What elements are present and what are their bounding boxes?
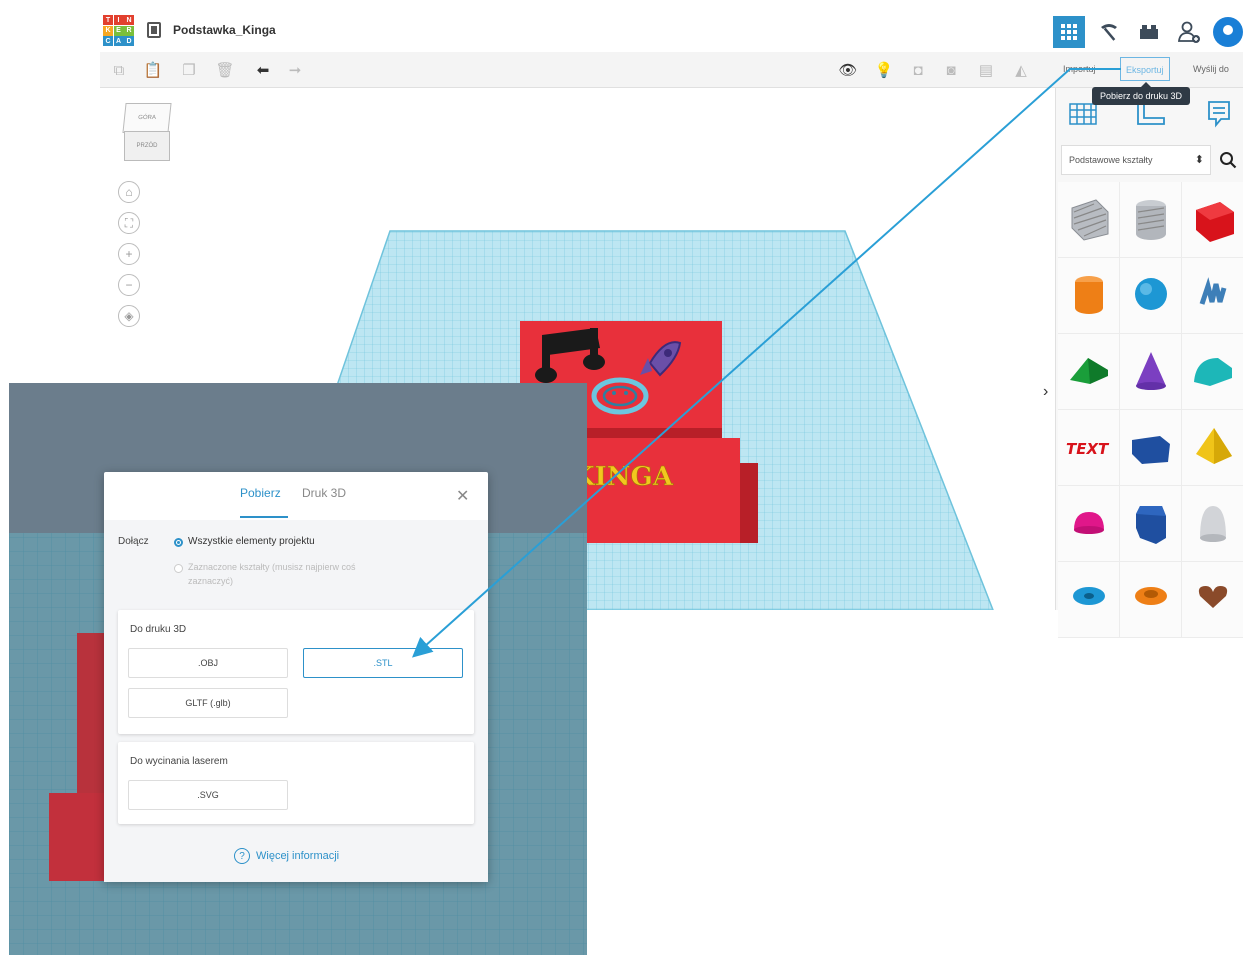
tinkercad-logo[interactable]: T I N K E R C A D xyxy=(103,15,134,46)
shape-hemisphere[interactable] xyxy=(1058,486,1120,562)
laser-cut-section: Do wycinania laserem .SVG xyxy=(118,742,474,824)
top-header: T I N K E R C A D Podstawka_Kinga xyxy=(100,12,1243,53)
option-all-elements[interactable]: Wszystkie elementy projektu xyxy=(188,536,315,547)
group-icon[interactable]: ◘ xyxy=(907,59,929,81)
bricks-icon[interactable] xyxy=(1133,16,1165,48)
logo-letter: I xyxy=(113,15,124,25)
export-button[interactable]: Eksportuj xyxy=(1120,57,1170,81)
shape-polygon[interactable] xyxy=(1120,486,1182,562)
send-to-button[interactable]: Wyślij do xyxy=(1188,57,1234,81)
more-info-link[interactable]: ? Więcej informacji xyxy=(234,848,339,864)
logo-letter: T xyxy=(103,15,113,25)
shape-cone[interactable] xyxy=(1120,334,1182,410)
logo-letter: K xyxy=(103,25,113,36)
export-gltf-button[interactable]: GLTF (.glb) xyxy=(128,688,288,718)
logo-letter: D xyxy=(124,36,134,46)
ungroup-icon[interactable]: ◙ xyxy=(940,59,962,81)
redo-icon[interactable]: ➞ xyxy=(284,59,306,81)
shape-cylinder[interactable] xyxy=(1058,258,1120,334)
project-title[interactable]: Podstawka_Kinga xyxy=(173,23,276,37)
avatar-icon[interactable] xyxy=(1213,17,1243,47)
help-icon: ? xyxy=(234,848,250,864)
print-3d-section: Do druku 3D .OBJ .STL GLTF (.glb) xyxy=(118,610,474,734)
design-menu-icon[interactable] xyxy=(147,22,161,38)
export-obj-button[interactable]: .OBJ xyxy=(128,648,288,678)
shape-half-box[interactable] xyxy=(1120,410,1182,486)
tab-download[interactable]: Pobierz xyxy=(240,486,281,500)
visibility-icon[interactable]: 👁 xyxy=(837,59,859,81)
laser-cut-title: Do wycinania laserem xyxy=(130,756,228,767)
pickaxe-icon[interactable] xyxy=(1093,16,1125,48)
shape-text[interactable]: TEXT xyxy=(1058,410,1120,486)
more-info-label: Więcej informacji xyxy=(256,850,340,862)
shapes-panel: Podstawowe kształty ⬍ TEXT xyxy=(1055,88,1243,638)
notes-icon[interactable] xyxy=(1204,100,1234,128)
export-stl-button[interactable]: .STL xyxy=(303,648,463,678)
shape-category-select[interactable]: Podstawowe kształty ⬍ xyxy=(1061,145,1211,175)
shape-heart[interactable] xyxy=(1182,562,1243,638)
import-button[interactable]: Importuj xyxy=(1058,57,1101,81)
shape-tube[interactable] xyxy=(1120,562,1182,638)
logo-letter: A xyxy=(113,36,124,46)
paste-icon[interactable]: 📋 xyxy=(142,59,164,81)
shape-pyramid[interactable] xyxy=(1182,410,1243,486)
shape-round-roof[interactable] xyxy=(1182,334,1243,410)
select-arrows-icon: ⬍ xyxy=(1194,154,1204,166)
logo-letter: N xyxy=(124,15,134,25)
option-selected-shapes[interactable]: Zaznaczone kształty (musisz najpierw coś… xyxy=(188,560,358,588)
mirror-icon[interactable]: ◭ xyxy=(1010,59,1032,81)
search-icon[interactable] xyxy=(1214,145,1242,175)
shape-box-hole[interactable] xyxy=(1058,182,1120,258)
shape-torus[interactable] xyxy=(1058,562,1120,638)
close-icon[interactable]: ✕ xyxy=(456,486,469,506)
logo-letter: E xyxy=(113,25,124,36)
svg-text:TEXT: TEXT xyxy=(1066,440,1110,458)
export-svg-button[interactable]: .SVG xyxy=(128,780,288,810)
undo-icon[interactable]: ⬅ xyxy=(252,59,274,81)
active-tab-indicator xyxy=(240,516,288,518)
include-label: Dołącz xyxy=(118,536,149,547)
shape-box[interactable] xyxy=(1182,182,1243,258)
logo-letter: C xyxy=(103,36,113,46)
shape-scribble[interactable] xyxy=(1182,258,1243,334)
tab-3d-print[interactable]: Druk 3D xyxy=(302,486,346,500)
shape-sphere[interactable] xyxy=(1120,258,1182,334)
shape-roof[interactable] xyxy=(1058,334,1120,410)
shapes-grid: TEXT xyxy=(1058,182,1243,638)
add-user-icon[interactable] xyxy=(1173,16,1205,48)
copy-icon[interactable]: ⧉ xyxy=(108,59,130,81)
align-icon[interactable]: ▤ xyxy=(975,59,997,81)
edit-toolbar: ⧉ 📋 ❐ 🗑 ⬅ ➞ 👁 💡 ◘ ◙ ▤ ◭ Importuj Eksport… xyxy=(100,52,1243,88)
header-actions xyxy=(1053,15,1243,49)
print-3d-title: Do druku 3D xyxy=(130,624,187,635)
duplicate-icon[interactable]: ❐ xyxy=(178,59,200,81)
grid-view-icon[interactable] xyxy=(1053,16,1085,48)
logo-letter: R xyxy=(124,25,134,36)
shape-category-value: Podstawowe kształty xyxy=(1069,155,1153,165)
shape-cylinder-hole[interactable] xyxy=(1120,182,1182,258)
kinga-text[interactable]: KINGA xyxy=(572,462,674,493)
export-dialog-body: Dołącz Wszystkie elementy projektu Zazna… xyxy=(104,520,488,882)
panel-collapse-icon[interactable]: › xyxy=(1043,383,1048,401)
bulb-icon[interactable]: 💡 xyxy=(873,59,895,81)
radio-all-elements[interactable] xyxy=(174,538,183,547)
export-tooltip: Pobierz do druku 3D xyxy=(1092,82,1191,105)
radio-selected-shapes[interactable] xyxy=(174,564,183,573)
shape-paraboloid[interactable] xyxy=(1182,486,1243,562)
export-dialog: Pobierz Druk 3D ✕ Dołącz Wszystkie eleme… xyxy=(104,472,488,882)
delete-icon[interactable]: 🗑 xyxy=(214,59,236,81)
